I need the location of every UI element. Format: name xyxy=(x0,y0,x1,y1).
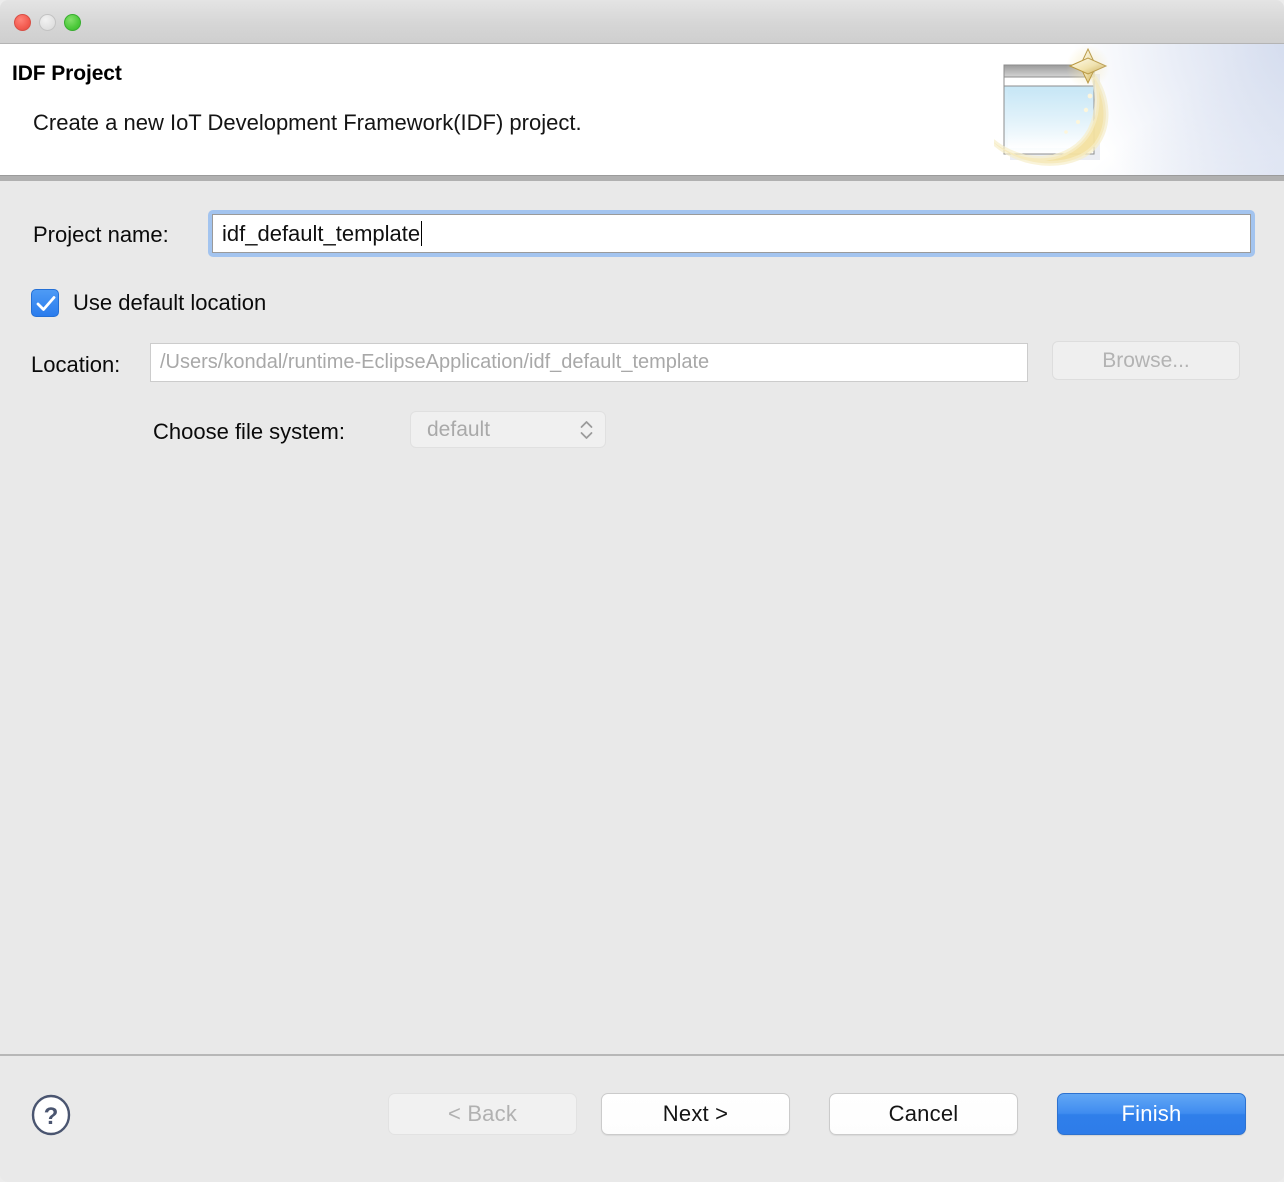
close-window-button[interactable] xyxy=(14,14,31,31)
page-title: IDF Project xyxy=(12,62,122,85)
maximize-window-button[interactable] xyxy=(64,14,81,31)
file-system-label: Choose file system: xyxy=(153,419,345,444)
location-placeholder: /Users/kondal/runtime-EclipseApplication… xyxy=(160,351,710,373)
wizard-banner-art xyxy=(988,44,1284,175)
checkmark-icon xyxy=(36,296,56,311)
file-system-select[interactable]: default xyxy=(410,411,606,448)
wizard-window: IDF Project Create a new IoT Development… xyxy=(0,0,1284,1182)
page-description: Create a new IoT Development Framework(I… xyxy=(33,110,582,135)
browse-button[interactable]: Browse... xyxy=(1052,341,1240,380)
help-question-icon: ? xyxy=(31,1094,71,1136)
project-name-focus-ring: idf_default_template xyxy=(208,210,1255,257)
location-label: Location: xyxy=(31,352,121,377)
banner-gradient-wash xyxy=(994,44,1284,175)
next-button[interactable]: Next > xyxy=(601,1093,790,1135)
back-button[interactable]: < Back xyxy=(388,1093,577,1135)
stepper-chevrons-icon xyxy=(580,420,593,439)
use-default-location-row[interactable]: Use default location xyxy=(31,289,266,317)
use-default-location-label: Use default location xyxy=(73,290,267,315)
title-bar xyxy=(0,0,1284,44)
wizard-header: IDF Project Create a new IoT Development… xyxy=(0,44,1284,175)
minimize-window-button[interactable] xyxy=(39,14,56,31)
project-name-input[interactable]: idf_default_template xyxy=(212,214,1251,253)
help-button[interactable]: ? xyxy=(31,1094,71,1136)
traffic-light-group xyxy=(14,14,81,31)
project-name-label: Project name: xyxy=(33,222,169,247)
cancel-button[interactable]: Cancel xyxy=(829,1093,1018,1135)
text-caret xyxy=(421,221,423,246)
project-name-value: idf_default_template xyxy=(222,220,421,246)
location-input[interactable]: /Users/kondal/runtime-EclipseApplication… xyxy=(150,343,1028,382)
finish-button[interactable]: Finish xyxy=(1057,1093,1246,1135)
file-system-selected-value: default xyxy=(427,417,491,441)
svg-text:?: ? xyxy=(44,1103,59,1130)
use-default-location-checkbox[interactable] xyxy=(31,289,59,317)
